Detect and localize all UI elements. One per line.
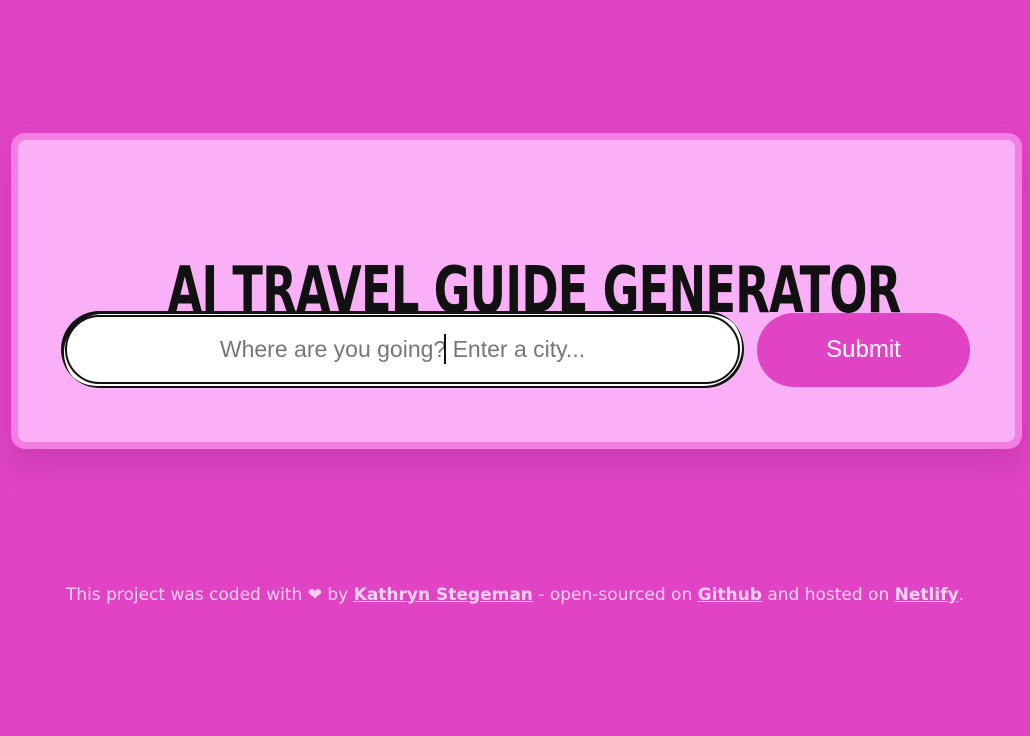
search-field-wrapper [61,311,744,388]
generator-card: AI TRAVEL GUIDE GENERATOR Submit [11,133,1022,449]
netlify-link[interactable]: Netlify [895,585,959,605]
footer-text-coded-with: This project was coded with [65,585,303,605]
footer-text-by: by [327,585,349,605]
generator-card-inner: AI TRAVEL GUIDE GENERATOR Submit [18,140,1015,442]
city-search-input[interactable] [65,315,740,384]
github-link[interactable]: Github [698,585,762,605]
footer: This project was coded with ❤ by Kathryn… [0,585,1030,605]
text-caret [444,334,446,364]
submit-button[interactable]: Submit [757,313,970,387]
footer-text-period: . [958,585,965,605]
footer-text-hosted: and hosted on [767,585,890,605]
footer-text-open-sourced: - open-sourced on [538,585,693,605]
heart-icon: ❤ [307,585,322,605]
author-link[interactable]: Kathryn Stegeman [354,585,533,605]
